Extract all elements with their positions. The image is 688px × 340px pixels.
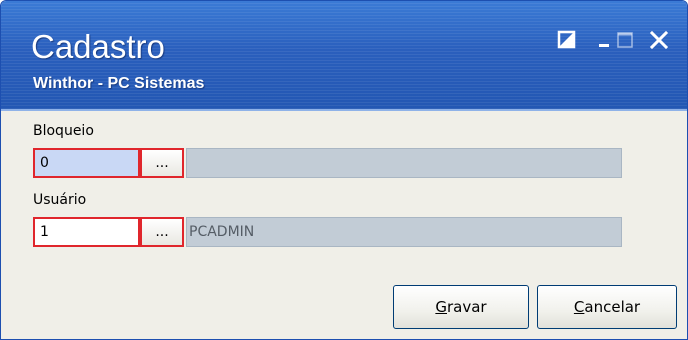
bloqueio-label: Bloqueio [33,123,94,139]
cadastro-dialog: Cadastro Winthor - PC Sistemas Bloqueio … [0,0,688,340]
restore-icon[interactable] [556,29,578,51]
maximize-icon[interactable] [614,29,636,51]
window-subtitle: Winthor - PC Sistemas [33,75,205,92]
usuario-browse-button[interactable]: ... [140,217,184,247]
title-bar[interactable]: Cadastro Winthor - PC Sistemas [1,1,687,111]
bloqueio-description-field [186,148,622,178]
usuario-code-input[interactable] [33,217,140,247]
cancelar-button[interactable]: Cancelar [537,285,677,329]
usuario-description-field: PCADMIN [186,217,622,247]
bloqueio-code-input[interactable] [33,148,140,178]
usuario-label: Usuário [33,192,87,208]
cancelar-accel: C [573,298,585,316]
close-icon[interactable] [648,29,670,51]
gravar-button[interactable]: Gravar [393,285,529,329]
cancelar-label: ancelar [584,298,641,316]
gravar-accel: G [435,298,447,316]
bloqueio-browse-button[interactable]: ... [140,148,184,178]
window-title: Cadastro [31,28,165,65]
gravar-label: ravar [447,298,487,316]
